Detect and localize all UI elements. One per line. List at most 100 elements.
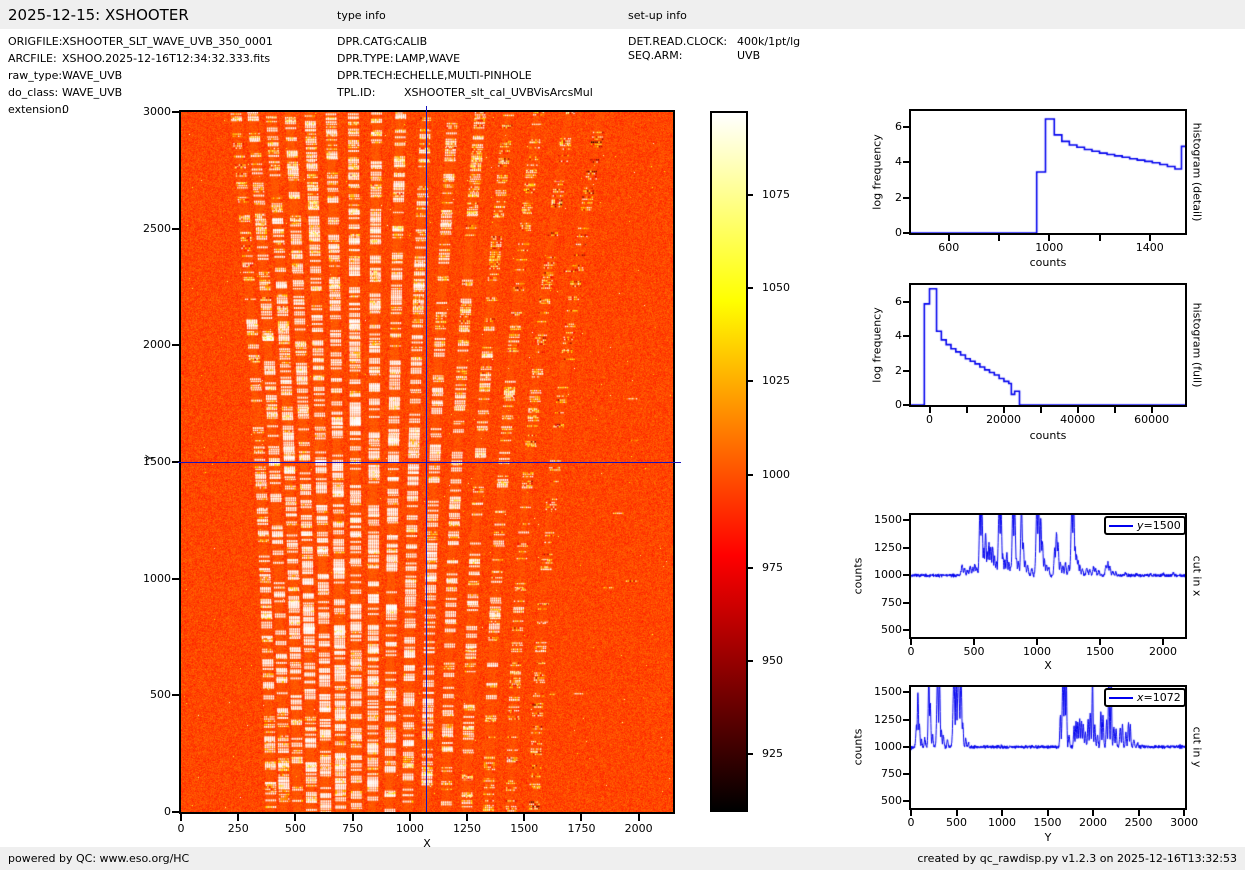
y-tick-label: 1250 (852, 541, 902, 554)
colorbar-tick-label: 1075 (762, 188, 790, 201)
meta-label: do_class: (8, 86, 58, 99)
x-tick-label: 600 (919, 241, 979, 254)
hist-full-xlabel: counts (1030, 429, 1067, 442)
y-tick (903, 602, 909, 604)
meta-label: DPR.TYPE: (337, 52, 394, 65)
x-tick-label: 0 (881, 645, 941, 658)
x-tick (237, 814, 239, 821)
hist-detail-title: histogram (detail) (1191, 123, 1204, 222)
y-tick (903, 370, 909, 372)
footer-left: powered by QC: www.eso.org/HC (8, 852, 189, 865)
meta-value: LAMP,WAVE (395, 52, 460, 65)
y-tick (903, 126, 909, 128)
y-tick (903, 197, 909, 199)
colorbar-tick-label: 1025 (762, 374, 790, 387)
meta-label: TPL.ID: (337, 86, 375, 99)
y-tick-label: 4 (852, 329, 902, 342)
y-tick-label: 0 (852, 226, 902, 239)
meta-label: raw_type: (8, 69, 62, 82)
x-tick-label: 500 (944, 645, 1004, 658)
y-tick (903, 629, 909, 631)
x-tick-label: 2000 (1133, 645, 1193, 658)
cut-y-title: cut in y (1191, 727, 1204, 768)
x-tick-label: 1500 (1070, 645, 1130, 658)
x-tick-label: 1750 (551, 822, 611, 835)
cut-x-xlabel: X (1044, 659, 1052, 672)
colorbar-tick (748, 194, 753, 196)
cut-y-xlabel: Y (1045, 831, 1052, 844)
x-tick (638, 814, 640, 821)
y-tick-label: 4 (852, 155, 902, 168)
y-tick-label: 2500 (121, 222, 171, 235)
legend-cut-x: y=1500 (1104, 516, 1186, 535)
y-tick-label: 2 (852, 364, 902, 377)
colorbar-tick (748, 660, 753, 662)
x-tick-label: 1000 (1019, 241, 1079, 254)
meta-value: WAVE_UVB (62, 86, 122, 99)
x-tick-label: 1250 (437, 822, 497, 835)
y-tick (903, 519, 909, 521)
type-info-heading: type info (337, 9, 386, 22)
hist_detail-canvas (911, 111, 1185, 233)
y-tick (903, 161, 909, 163)
y-tick-label: 3000 (121, 105, 171, 118)
meta-value: XSHOOTER_slt_cal_UVBVisArcsMul (404, 86, 593, 99)
legend-line-icon (1109, 525, 1133, 527)
legend-cut-y: x=1072 (1104, 688, 1186, 707)
x-tick (523, 814, 525, 821)
x-tick-label: 1500 (494, 822, 554, 835)
y-tick (903, 335, 909, 337)
legend-label: y=1500 (1137, 519, 1181, 532)
y-tick (903, 691, 909, 693)
x-tick (294, 814, 296, 821)
colorbar (710, 111, 748, 812)
meta-value: XSHOOTER_SLT_WAVE_UVB_350_0001 (62, 35, 273, 48)
colorbar-tick (748, 474, 753, 476)
legend-label: x=1072 (1137, 691, 1181, 704)
x-tick-label: 20000 (974, 413, 1034, 426)
colorbar-tick (748, 753, 753, 755)
meta-label: DET.READ.CLOCK: (628, 35, 727, 48)
x-tick (580, 814, 582, 821)
y-tick (172, 578, 179, 580)
x-tick-label: 750 (323, 822, 383, 835)
meta-label: SEQ.ARM: (628, 49, 682, 62)
y-tick-label: 500 (852, 623, 902, 636)
y-tick (172, 694, 179, 696)
y-tick-label: 2 (852, 191, 902, 204)
colorbar-tick (748, 567, 753, 569)
hist_full-canvas (911, 285, 1185, 405)
x-tick (180, 814, 182, 821)
y-tick-label: 1250 (852, 713, 902, 726)
x-tick-label: 1400 (1120, 241, 1180, 254)
y-tick (903, 719, 909, 721)
y-tick-label: 1000 (852, 568, 902, 581)
y-tick-label: 1500 (121, 455, 171, 468)
x-tick-label: 40000 (1048, 413, 1108, 426)
meta-value: ECHELLE,MULTI-PINHOLE (395, 69, 532, 82)
y-tick-label: 1500 (852, 513, 902, 526)
meta-label: DPR.TECH: (337, 69, 396, 82)
x-tick (998, 235, 1000, 241)
colorbar-tick-label: 950 (762, 654, 783, 667)
y-tick-label: 1000 (121, 572, 171, 585)
hist-full-title: histogram (full) (1191, 303, 1204, 388)
x-tick-label: 1000 (380, 822, 440, 835)
y-tick-label: 0 (852, 398, 902, 411)
crosshair-vertical (426, 106, 427, 812)
y-tick (903, 800, 909, 802)
colorbar-tick-label: 1000 (762, 468, 790, 481)
x-tick (352, 814, 354, 821)
y-tick-label: 6 (852, 295, 902, 308)
hist-detail-xlabel: counts (1030, 256, 1067, 269)
y-tick-label: 1500 (852, 685, 902, 698)
meta-value: 0 (62, 103, 69, 116)
x-tick-label: 1000 (1007, 645, 1067, 658)
colorbar-tick (748, 287, 753, 289)
x-tick (966, 407, 968, 413)
x-tick (409, 814, 411, 821)
qc-report-page: 2025-12-15: XSHOOTER type info set-up in… (0, 0, 1245, 870)
y-tick-label: 0 (121, 805, 171, 818)
y-tick-label: 6 (852, 120, 902, 133)
y-tick (903, 746, 909, 748)
